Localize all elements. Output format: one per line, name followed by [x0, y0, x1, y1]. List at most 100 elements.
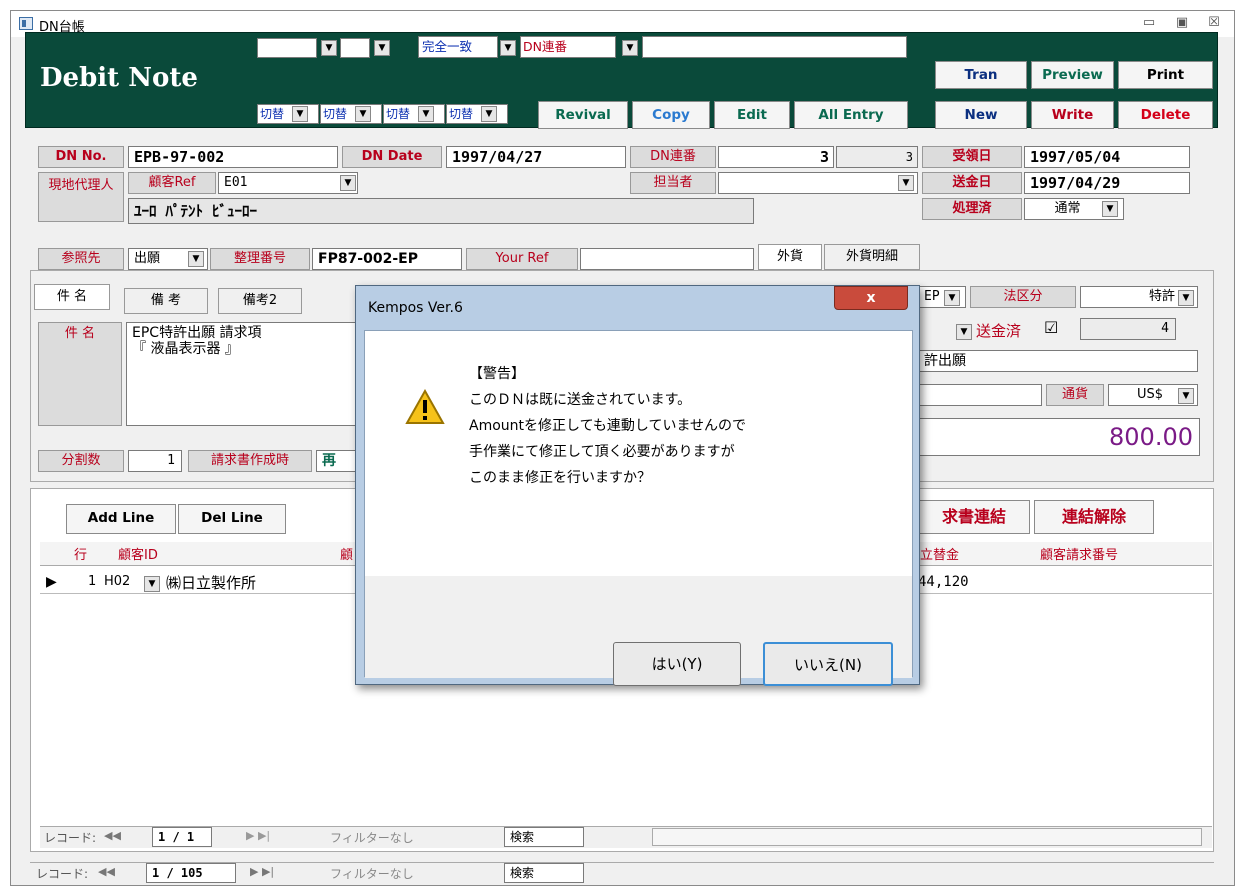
dn-seq-label: DN連番: [630, 146, 716, 168]
subject-field[interactable]: EPC特許出願 請求項 『 液晶表示器 』: [126, 322, 366, 426]
amount-field[interactable]: 800.00: [918, 418, 1200, 456]
mainnav-record-label: レコード:: [36, 867, 89, 881]
chevron-down-icon[interactable]: ▼: [622, 40, 638, 56]
next-record-icon[interactable]: ▶ ▶|: [250, 865, 274, 878]
first-record-icon[interactable]: ◀◀: [98, 865, 115, 878]
tab-foreign-detail[interactable]: 外貨明細: [824, 244, 920, 270]
send-date-field[interactable]: 1997/04/29: [1024, 172, 1190, 194]
chevron-down-icon[interactable]: ▼: [374, 40, 390, 56]
law-label: 法区分: [970, 286, 1076, 308]
recv-date-field[interactable]: 1997/05/04: [1024, 146, 1190, 168]
ref-label: 参照先: [38, 248, 124, 270]
close-button[interactable]: ☒: [1201, 15, 1227, 33]
currency-label: 通貨: [1046, 384, 1104, 406]
chevron-down-icon[interactable]: ▼: [956, 324, 972, 340]
client-ref-field[interactable]: E01: [218, 172, 358, 194]
chevron-down-icon: ▼: [355, 106, 371, 122]
tab-subject[interactable]: 件 名: [34, 284, 110, 310]
your-ref-field[interactable]: [580, 248, 754, 270]
revival-button[interactable]: Revival: [538, 101, 628, 129]
subnav-search[interactable]: 検索: [504, 827, 584, 847]
filter-select-1[interactable]: 切替: [257, 104, 319, 124]
yes-button[interactable]: はい(Y): [613, 642, 741, 686]
mainnav-search[interactable]: 検索: [504, 863, 584, 883]
chevron-down-icon[interactable]: ▼: [1102, 201, 1118, 217]
mainnav-record-input[interactable]: 1 / 105: [146, 863, 236, 883]
dn-no-field[interactable]: EPB-97-002: [128, 146, 338, 168]
agent-label: 現地代理人: [38, 172, 124, 222]
your-ref-label: Your Ref: [466, 248, 578, 270]
write-button[interactable]: Write: [1031, 101, 1114, 129]
dialog-close-button[interactable]: x: [834, 286, 908, 310]
add-line-button[interactable]: Add Line: [66, 504, 176, 534]
search-op-select[interactable]: [340, 38, 370, 58]
all-entry-button[interactable]: All Entry: [794, 101, 908, 129]
chevron-down-icon: ▼: [292, 106, 308, 122]
search-mode-select[interactable]: 完全一致: [418, 36, 498, 58]
row-client-id[interactable]: H02: [104, 574, 130, 589]
agent-name-field: ﾕｰﾛ ﾊﾟﾃﾝﾄ ﾋﾞｭｰﾛｰ: [128, 198, 754, 224]
row-client-name: ㈱日立製作所: [166, 574, 257, 592]
col-row: 行: [74, 548, 88, 563]
horizontal-scrollbar[interactable]: [652, 828, 1202, 846]
chevron-down-icon[interactable]: ▼: [1178, 388, 1194, 404]
first-record-icon[interactable]: ◀◀: [104, 829, 121, 842]
dialog-line-3: 手作業にて修正して頂く必要がありますが: [469, 444, 735, 460]
edit-button[interactable]: Edit: [714, 101, 790, 129]
row-no: 1: [88, 574, 97, 589]
delete-button[interactable]: Delete: [1118, 101, 1213, 129]
row-selector-icon[interactable]: ▶: [46, 574, 57, 590]
chevron-down-icon: ▼: [418, 106, 434, 122]
subnav-record-input[interactable]: 1 / 1: [152, 827, 212, 847]
filter-select-3[interactable]: 切替: [383, 104, 445, 124]
maximize-button[interactable]: ▣: [1169, 15, 1195, 33]
copy-button[interactable]: Copy: [632, 101, 710, 129]
print-button[interactable]: Print: [1118, 61, 1213, 89]
invoice-label: 請求書作成時: [188, 450, 312, 472]
subnav-record-label: レコード:: [44, 831, 97, 845]
tantou-field[interactable]: [718, 172, 918, 194]
seiri-label: 整理番号: [210, 248, 310, 270]
dn-seq-field[interactable]: 3: [718, 146, 834, 168]
chevron-down-icon[interactable]: ▼: [944, 290, 960, 306]
currency-spacer: [918, 384, 1042, 406]
invoice-link-button[interactable]: 求書連結: [918, 500, 1030, 534]
filter-select-2[interactable]: 切替: [320, 104, 382, 124]
no-button[interactable]: いいえ(N): [763, 642, 893, 686]
search-field-select[interactable]: [257, 38, 317, 58]
search-input[interactable]: [642, 36, 907, 58]
tran-button[interactable]: Tran: [935, 61, 1027, 89]
del-line-button[interactable]: Del Line: [178, 504, 286, 534]
tab-foreign[interactable]: 外貨: [758, 244, 822, 270]
tab-notes2[interactable]: 備考2: [218, 288, 302, 314]
dn-no-label: DN No.: [38, 146, 124, 168]
minimize-button[interactable]: ▭: [1136, 15, 1162, 33]
dialog-title: Kempos Ver.6: [368, 300, 463, 316]
chevron-down-icon[interactable]: ▼: [500, 40, 516, 56]
dn-date-field[interactable]: 1997/04/27: [446, 146, 626, 168]
invoice-field[interactable]: 再: [316, 450, 356, 472]
seiri-field[interactable]: FP87-002-EP: [312, 248, 462, 270]
invoice-unlink-button[interactable]: 連結解除: [1034, 500, 1154, 534]
new-button[interactable]: New: [935, 101, 1027, 129]
row-advance: 44,120: [918, 574, 969, 590]
chevron-down-icon[interactable]: ▼: [144, 576, 160, 592]
dialog-body: 【警告】 このＤＮは既に送金されています。 Amountを修正しても連動していま…: [364, 330, 913, 686]
subnav-filter[interactable]: フィルターなし: [330, 829, 414, 846]
mainnav-filter[interactable]: フィルターなし: [330, 865, 414, 882]
filter-select-4[interactable]: 切替: [446, 104, 508, 124]
warning-icon: [405, 389, 445, 424]
split-label: 分割数: [38, 450, 124, 472]
chevron-down-icon[interactable]: ▼: [898, 175, 914, 191]
preview-button[interactable]: Preview: [1031, 61, 1114, 89]
chevron-down-icon[interactable]: ▼: [188, 251, 204, 267]
chevron-down-icon[interactable]: ▼: [321, 40, 337, 56]
split-field[interactable]: 1: [128, 450, 182, 472]
chevron-down-icon[interactable]: ▼: [1178, 290, 1194, 306]
case-type-field[interactable]: 許出願: [918, 350, 1198, 372]
tab-notes[interactable]: 備 考: [124, 288, 208, 314]
sent-checkbox[interactable]: ☑: [1044, 318, 1058, 337]
chevron-down-icon[interactable]: ▼: [340, 175, 356, 191]
search-key-select[interactable]: DN連番: [520, 36, 616, 58]
next-record-icon[interactable]: ▶ ▶|: [246, 829, 270, 842]
